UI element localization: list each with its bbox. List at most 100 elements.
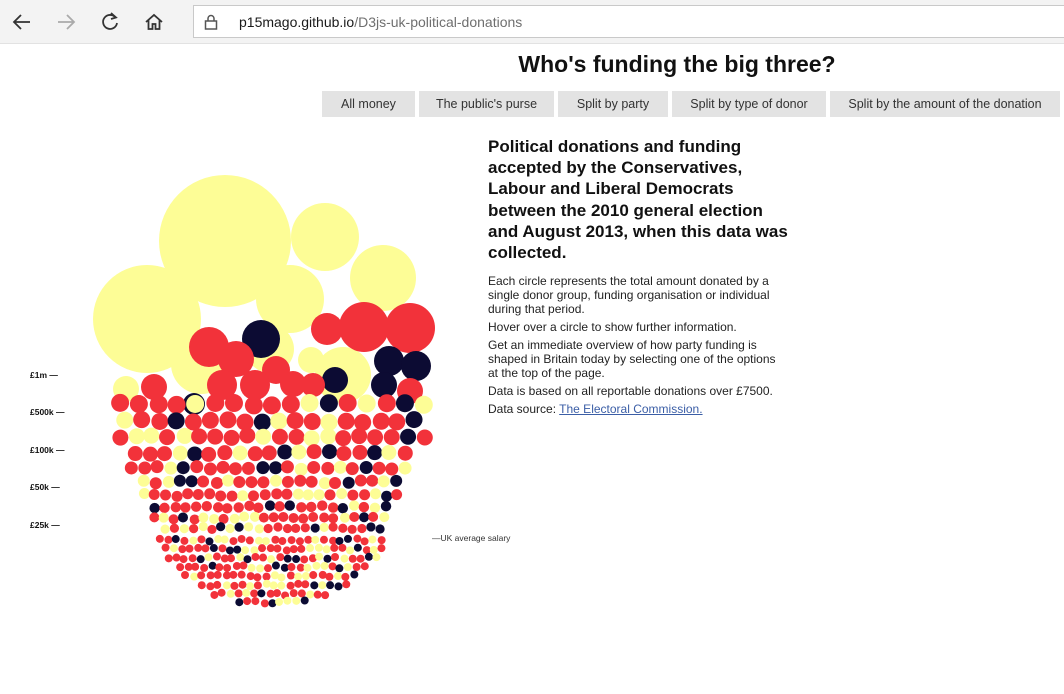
donor-bubble[interactable] — [245, 536, 254, 545]
donor-bubble[interactable] — [234, 522, 244, 532]
donor-bubble[interactable] — [220, 535, 229, 544]
donor-bubble[interactable] — [300, 596, 309, 605]
donor-bubble[interactable] — [260, 599, 269, 608]
donor-bubble[interactable] — [336, 445, 352, 461]
donor-bubble[interactable] — [372, 412, 390, 430]
split-by-donor-type-button[interactable]: Split by type of donor — [672, 91, 826, 117]
donor-bubble[interactable] — [206, 571, 215, 580]
donor-bubble[interactable] — [138, 488, 150, 500]
donor-bubble[interactable] — [207, 524, 217, 535]
donor-bubble[interactable] — [313, 489, 325, 501]
donor-bubble[interactable] — [287, 563, 296, 572]
donor-bubble[interactable] — [164, 461, 178, 475]
donor-bubble[interactable] — [281, 488, 293, 500]
donor-bubble[interactable] — [335, 536, 344, 545]
donor-bubble[interactable] — [314, 543, 323, 552]
donor-bubble[interactable] — [242, 588, 251, 597]
donor-bubble[interactable] — [268, 512, 279, 523]
donor-bubble[interactable] — [224, 394, 243, 413]
donor-bubble[interactable] — [280, 460, 294, 474]
donor-bubble[interactable] — [256, 461, 270, 475]
donor-bubble[interactable] — [297, 589, 306, 598]
donor-bubble[interactable] — [284, 500, 295, 511]
donor-bubble-large[interactable] — [291, 203, 359, 271]
donor-bubble[interactable] — [248, 490, 260, 502]
donor-bubble[interactable] — [338, 543, 347, 552]
donor-bubble[interactable] — [228, 462, 242, 476]
donor-bubble[interactable] — [301, 572, 310, 581]
donor-bubble[interactable] — [372, 553, 381, 562]
donor-bubble[interactable] — [215, 563, 224, 572]
donor-bubble[interactable] — [274, 501, 285, 512]
donor-bubble[interactable] — [189, 524, 199, 534]
donor-bubble[interactable] — [324, 489, 336, 501]
donor-bubble[interactable] — [370, 488, 382, 500]
donor-bubble[interactable] — [149, 502, 160, 514]
donor-bubble[interactable] — [372, 461, 386, 475]
donor-bubble[interactable] — [185, 544, 194, 553]
donor-bubble[interactable] — [197, 571, 206, 580]
donor-bubble[interactable] — [294, 462, 308, 476]
donor-bubble[interactable] — [317, 500, 328, 511]
donor-bubble[interactable] — [267, 555, 276, 564]
donor-bubble[interactable] — [329, 477, 342, 490]
donor-bubble[interactable] — [150, 460, 164, 474]
donor-bubble[interactable] — [310, 581, 319, 590]
donor-bubble[interactable] — [273, 522, 283, 532]
donor-bubble[interactable] — [184, 413, 202, 431]
donor-bubble[interactable] — [301, 580, 310, 589]
donor-bubble[interactable] — [255, 428, 272, 445]
home-button[interactable] — [138, 6, 170, 38]
donor-bubble[interactable] — [294, 579, 303, 588]
donor-bubble[interactable] — [201, 446, 217, 462]
donor-bubble[interactable] — [176, 427, 193, 444]
donor-bubble[interactable] — [226, 589, 235, 598]
donor-bubble[interactable] — [172, 553, 181, 562]
donor-bubble[interactable] — [179, 524, 189, 534]
donor-bubble[interactable] — [322, 444, 338, 460]
donor-bubble[interactable] — [258, 544, 267, 553]
donor-bubble[interactable] — [168, 514, 179, 525]
split-by-amount-button[interactable]: Split by the amount of the donation — [830, 91, 1060, 117]
donor-bubble[interactable] — [271, 561, 280, 570]
donor-bubble[interactable] — [222, 581, 231, 590]
donor-bubble[interactable] — [253, 573, 262, 582]
donor-bubble[interactable] — [304, 535, 313, 544]
donor-bubble[interactable] — [155, 534, 164, 543]
donor-bubble[interactable] — [283, 554, 292, 563]
donor-bubble[interactable] — [127, 446, 143, 462]
donor-bubble[interactable] — [197, 475, 210, 488]
donor-bubble-large[interactable] — [374, 346, 404, 376]
donor-bubble[interactable] — [238, 580, 247, 589]
donor-bubble[interactable] — [210, 476, 223, 489]
donor-bubble[interactable] — [367, 445, 383, 461]
donor-bubble[interactable] — [326, 581, 335, 590]
donor-bubble[interactable] — [190, 501, 202, 512]
donor-bubble[interactable] — [292, 555, 301, 564]
donor-bubble[interactable] — [395, 394, 414, 413]
donor-bubble[interactable] — [180, 536, 189, 545]
donor-bubble[interactable] — [229, 513, 240, 524]
donor-bubble[interactable] — [318, 581, 327, 590]
donor-bubble[interactable] — [286, 412, 304, 430]
donor-bubble[interactable] — [277, 444, 293, 460]
donor-bubble[interactable] — [197, 535, 206, 544]
donor-bubble[interactable] — [237, 570, 246, 579]
donor-bubble[interactable] — [343, 563, 352, 572]
donor-bubble[interactable] — [303, 430, 320, 447]
donor-bubble[interactable] — [210, 590, 219, 599]
donor-bubble[interactable] — [296, 502, 307, 513]
donor-bubble[interactable] — [253, 581, 262, 590]
donor-bubble[interactable] — [369, 502, 381, 514]
donor-bubble[interactable] — [377, 544, 386, 553]
donor-bubble[interactable] — [244, 396, 263, 415]
donor-bubble[interactable] — [232, 445, 248, 461]
donor-bubble[interactable] — [171, 535, 180, 544]
donor-bubble[interactable] — [283, 596, 292, 605]
donor-bubble[interactable] — [306, 544, 315, 553]
donor-bubble[interactable] — [213, 580, 222, 589]
donor-bubble[interactable] — [286, 581, 295, 590]
donor-bubble[interactable] — [216, 522, 226, 532]
donor-bubble[interactable] — [360, 562, 369, 571]
donor-bubble[interactable] — [262, 579, 271, 588]
